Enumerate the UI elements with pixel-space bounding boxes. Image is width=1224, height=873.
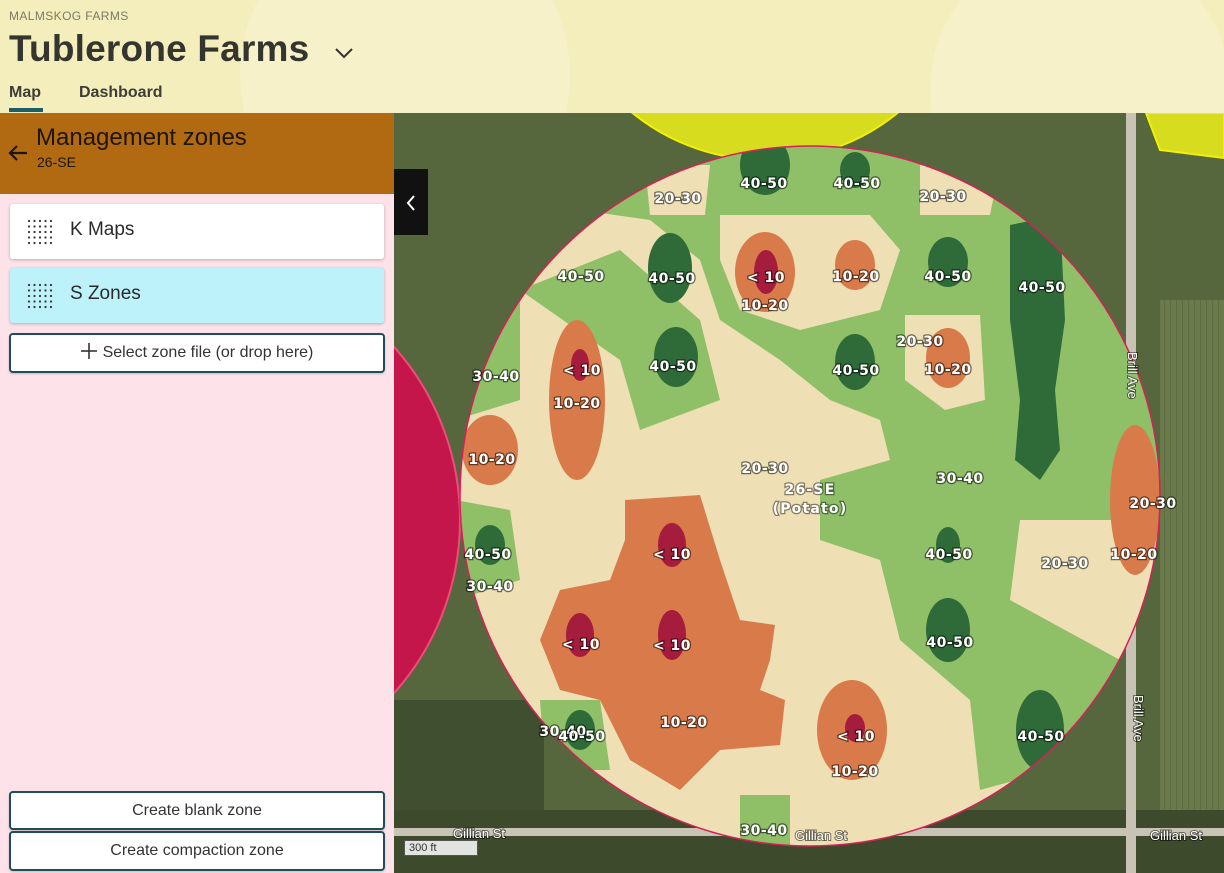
layer-card-label: S Zones: [70, 283, 141, 304]
layer-card-k-maps[interactable]: K Maps: [10, 204, 384, 259]
zone-value-label: < 10: [653, 547, 691, 563]
zone-value-label: 40-50: [740, 176, 787, 192]
map-view[interactable]: 40-50 40-50 20-30 20-30 40-50 40-50 < 10 10-20 1…: [394, 113, 1224, 873]
zone-value-label: 20-30: [896, 334, 943, 350]
zone-value-label: 40-50: [649, 359, 696, 375]
zone-value-label: 40-50: [833, 176, 880, 192]
farm-title[interactable]: Tublerone Farms: [9, 28, 309, 70]
field-crop-label: (Potato): [773, 501, 848, 517]
zone-value-label: 10-20: [553, 396, 600, 412]
zone-value-label: 10-20: [831, 764, 878, 780]
zone-value-label: 10-20: [741, 298, 788, 314]
management-zones-panel: Management zones 26-SE K Maps S Zones Se…: [0, 113, 394, 873]
zone-value-label: 10-20: [832, 269, 879, 285]
street-label: Gillian St: [1150, 828, 1202, 843]
panel-subtitle: 26-SE: [37, 154, 76, 170]
zone-value-label: 40-50: [926, 635, 973, 651]
zone-value-label: 30-40: [472, 369, 519, 385]
zone-value-label: 10-20: [924, 362, 971, 378]
dot-grid-icon: [27, 283, 53, 309]
street-label: Gillian St: [453, 826, 505, 841]
map-canvas[interactable]: 40-50 40-50 20-30 20-30 40-50 40-50 < 10 10-20 1…: [394, 113, 1224, 873]
zone-value-label: 20-30: [1041, 556, 1088, 572]
zone-value-label: 40-50: [558, 729, 605, 745]
zone-value-label: 10-20: [468, 452, 515, 468]
zone-value-label: 10-20: [660, 715, 707, 731]
zone-value-label: < 10: [653, 638, 691, 654]
chevron-down-icon[interactable]: [334, 46, 354, 60]
zone-value-label: 30-40: [936, 471, 983, 487]
zone-value-label: 20-30: [741, 461, 788, 477]
zone-value-label: 30-40: [466, 579, 513, 595]
create-compaction-zone-button[interactable]: Create compaction zone: [9, 831, 385, 871]
zone-value-label: < 10: [747, 270, 785, 286]
zone-value-label: 20-30: [654, 191, 701, 207]
street-label: Brill Ave: [1125, 352, 1140, 399]
zone-value-label: < 10: [837, 729, 875, 745]
tab-dashboard[interactable]: Dashboard: [79, 84, 163, 102]
neighbor-field: [1160, 300, 1224, 873]
select-zone-file-label: Select zone file (or drop here): [102, 344, 314, 361]
zone-value-label: 30-40: [740, 823, 787, 839]
back-arrow-icon[interactable]: [7, 143, 29, 163]
header-background-shape: [930, 0, 1224, 113]
zone-value-label: 40-50: [924, 269, 971, 285]
dot-grid-icon: [27, 219, 53, 245]
zone-value-label: 40-50: [1018, 280, 1065, 296]
zone-value-label: 40-50: [925, 547, 972, 563]
zone-value-label: 20-30: [919, 189, 966, 205]
layer-card-label: K Maps: [70, 219, 135, 240]
zone-value-label: 40-50: [832, 363, 879, 379]
zone-value-label: 40-50: [557, 269, 604, 285]
map-scale-bar: 300 ft: [404, 840, 478, 856]
zone-value-label: 40-50: [648, 271, 695, 287]
zone-value-label: 40-50: [1017, 729, 1064, 745]
layer-card-s-zones[interactable]: S Zones: [10, 268, 384, 323]
street-label: Gillian St: [795, 828, 847, 843]
tab-map[interactable]: Map: [9, 84, 41, 102]
collapse-panel-button[interactable]: [394, 169, 428, 235]
field-name-label: 26-SE: [785, 482, 836, 498]
zone-value-label: 20-30: [1129, 496, 1176, 512]
panel-header: Management zones 26-SE: [0, 113, 394, 194]
organization-name: MALMSKOG FARMS: [9, 9, 129, 23]
zone-value-label: < 10: [562, 637, 600, 653]
zone-value-label: < 10: [563, 363, 601, 379]
chevron-left-icon: [406, 195, 415, 211]
panel-title: Management zones: [36, 124, 247, 151]
app-header: MALMSKOG FARMS Tublerone Farms Map Dashb…: [0, 0, 1224, 113]
active-tab-indicator: [9, 108, 43, 112]
plus-icon: [80, 343, 97, 359]
select-zone-file-button[interactable]: Select zone file (or drop here): [9, 333, 385, 373]
street-label: Brill Ave: [1131, 695, 1146, 742]
zone-value-label: 40-50: [464, 547, 511, 563]
zone-value-label: 10-20: [1110, 547, 1157, 563]
create-blank-zone-button[interactable]: Create blank zone: [9, 791, 385, 830]
